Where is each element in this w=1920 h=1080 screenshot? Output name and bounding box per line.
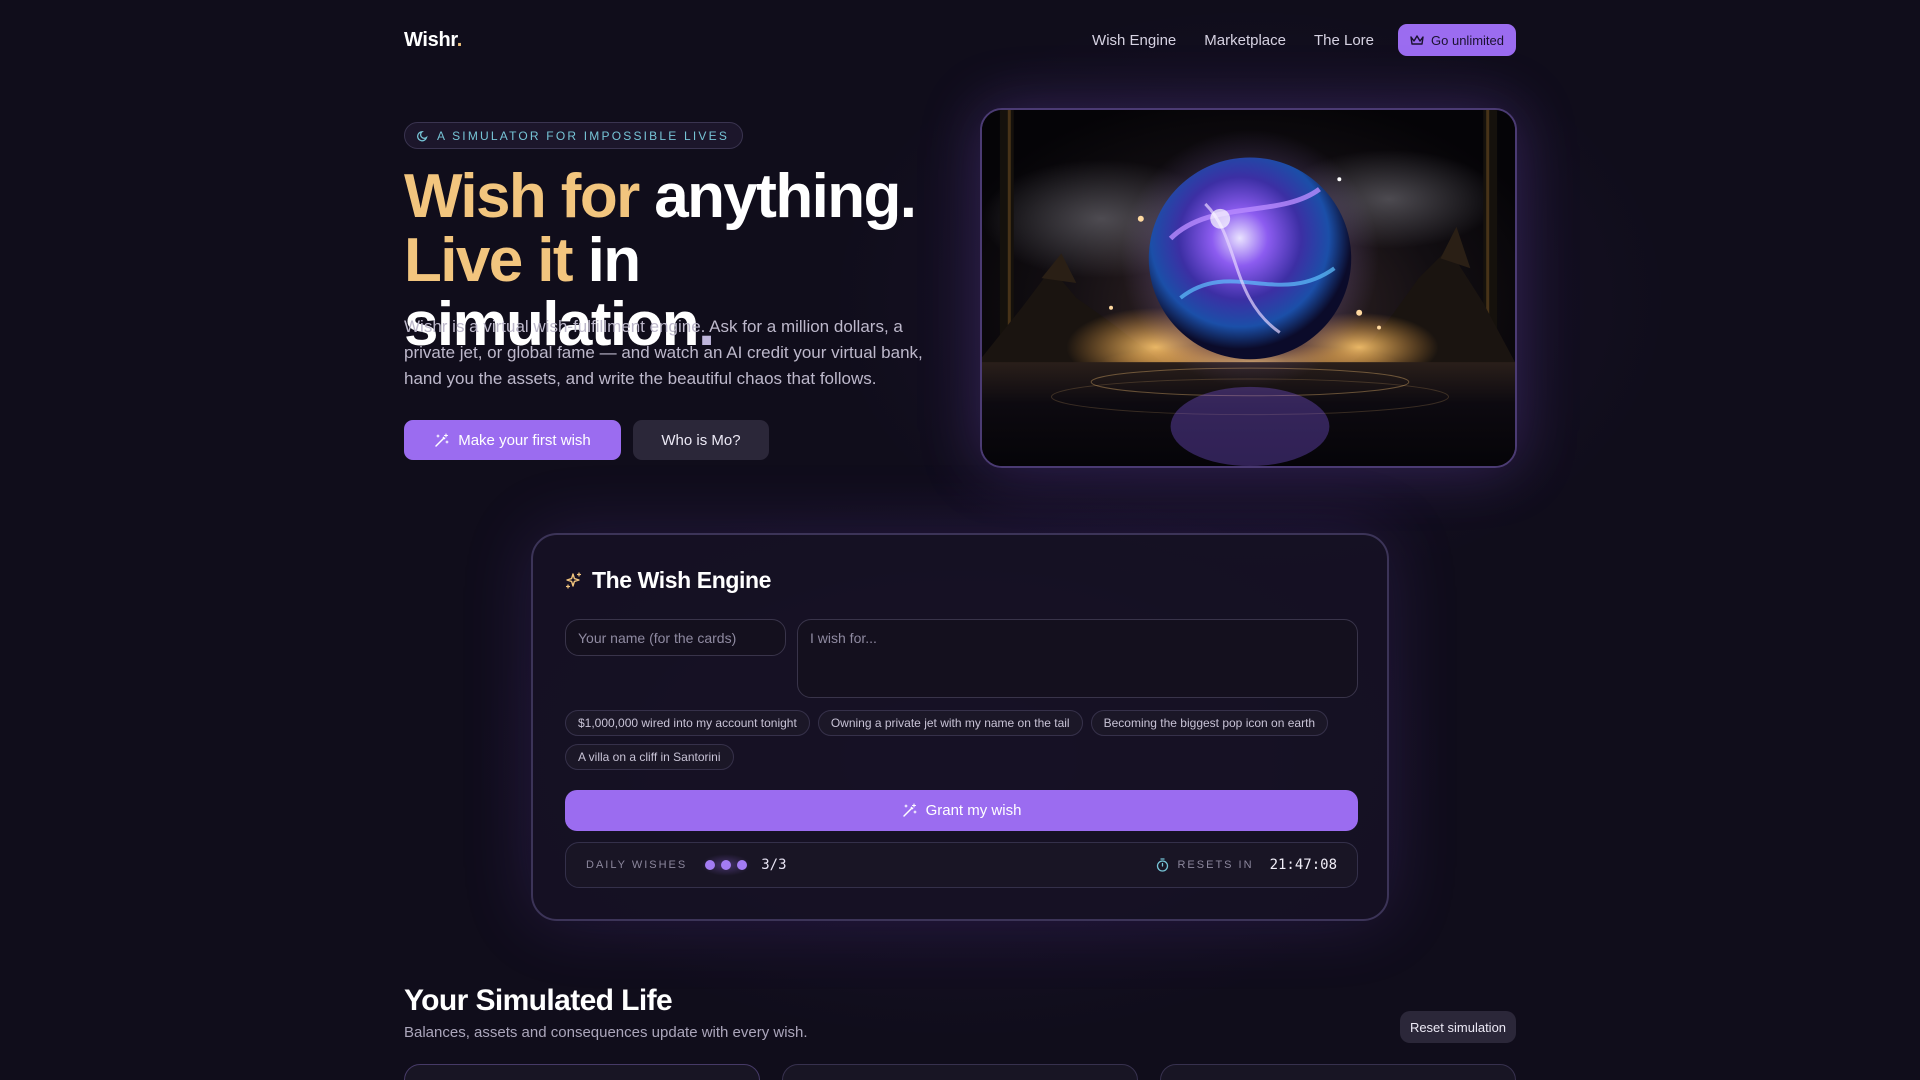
nav-link-marketplace[interactable]: Marketplace	[1204, 32, 1286, 49]
nav-links: Wish Engine Marketplace The Lore Go unli…	[1092, 24, 1516, 56]
wish-engine-heading: The Wish Engine	[565, 567, 771, 594]
moon-icon	[417, 130, 428, 141]
sparkles-icon	[565, 572, 582, 589]
grant-wish-button[interactable]: Grant my wish	[565, 790, 1358, 831]
simulated-life-subtitle: Balances, assets and consequences update…	[404, 1024, 808, 1041]
daily-wishes-count: 3/3	[761, 857, 787, 873]
logo-dot: .	[456, 28, 463, 51]
resets-in-time: 21:47:08	[1269, 857, 1337, 873]
wish-engine-panel: The Wish Engine $1,000,000 wired into my…	[531, 533, 1389, 921]
hero-orb-image	[980, 108, 1517, 468]
who-is-mo-button[interactable]: Who is Mo?	[633, 420, 769, 460]
hero-badge: A SIMULATOR FOR IMPOSSIBLE LIVES	[404, 122, 744, 149]
go-unlimited-label: Go unlimited	[1431, 32, 1504, 48]
daily-quota-bar: DAILY WISHES 3/3 RESETS IN 21:47:08	[565, 842, 1358, 888]
hero-description: Wishr is a virtual wish-fulfillment engi…	[404, 317, 923, 388]
nav-link-wish-engine[interactable]: Wish Engine	[1092, 32, 1176, 49]
top-nav: Wishr. Wish Engine Marketplace The Lore …	[404, 24, 1516, 56]
suggestion-chip[interactable]: Becoming the biggest pop icon on earth	[1090, 710, 1329, 736]
suggestion-chip[interactable]: $1,000,000 wired into my account tonight	[565, 710, 810, 736]
go-unlimited-button[interactable]: Go unlimited	[1398, 24, 1516, 56]
reset-simulation-label: Reset simulation	[1409, 1019, 1507, 1035]
reset-simulation-button[interactable]: Reset simulation	[1400, 1011, 1516, 1043]
daily-wishes-label: DAILY WISHES	[586, 859, 688, 871]
hero-badge-text: A SIMULATOR FOR IMPOSSIBLE LIVES	[437, 128, 730, 143]
magic-wand-icon	[435, 432, 449, 447]
life-card	[1160, 1064, 1516, 1080]
timer-icon	[1157, 858, 1169, 872]
grant-wish-label: Grant my wish	[925, 802, 1022, 819]
suggestion-chip[interactable]: Owning a private jet with my name on the…	[817, 710, 1083, 736]
suggestion-chips: $1,000,000 wired into my account tonight…	[565, 710, 1365, 770]
logo-text: Wishr	[404, 28, 457, 51]
life-card	[782, 1064, 1138, 1080]
simulated-life-title: Your Simulated Life	[404, 984, 673, 1017]
nav-link-the-lore[interactable]: The Lore	[1314, 32, 1374, 49]
wish-token-dot	[705, 860, 716, 870]
resets-in-label: RESETS IN	[1177, 859, 1254, 871]
life-card	[404, 1064, 760, 1080]
orb-illustration	[982, 110, 1515, 466]
hero-title-line1-gold: Wish for	[404, 162, 640, 231]
make-first-wish-button[interactable]: Make your first wish	[404, 420, 621, 460]
suggestion-chip[interactable]: A villa on a cliff in Santorini	[565, 744, 734, 770]
daily-wishes-dots	[701, 854, 752, 876]
hero-title-line1-rest: anything.	[638, 162, 917, 231]
make-first-wish-label: Make your first wish	[458, 431, 591, 449]
name-input[interactable]	[565, 619, 786, 656]
wish-input[interactable]	[797, 619, 1358, 698]
crown-icon	[1410, 35, 1424, 45]
wish-engine-title: The Wish Engine	[592, 567, 772, 593]
wish-token-dot	[721, 860, 732, 870]
logo[interactable]: Wishr.	[404, 29, 462, 52]
magic-wand-icon	[902, 803, 917, 817]
who-is-mo-label: Who is Mo?	[661, 431, 741, 449]
reset-countdown: RESETS IN 21:47:08	[1156, 857, 1337, 873]
hero-title-line2-gold: Live it	[404, 226, 574, 295]
wish-token-dot	[737, 860, 748, 870]
